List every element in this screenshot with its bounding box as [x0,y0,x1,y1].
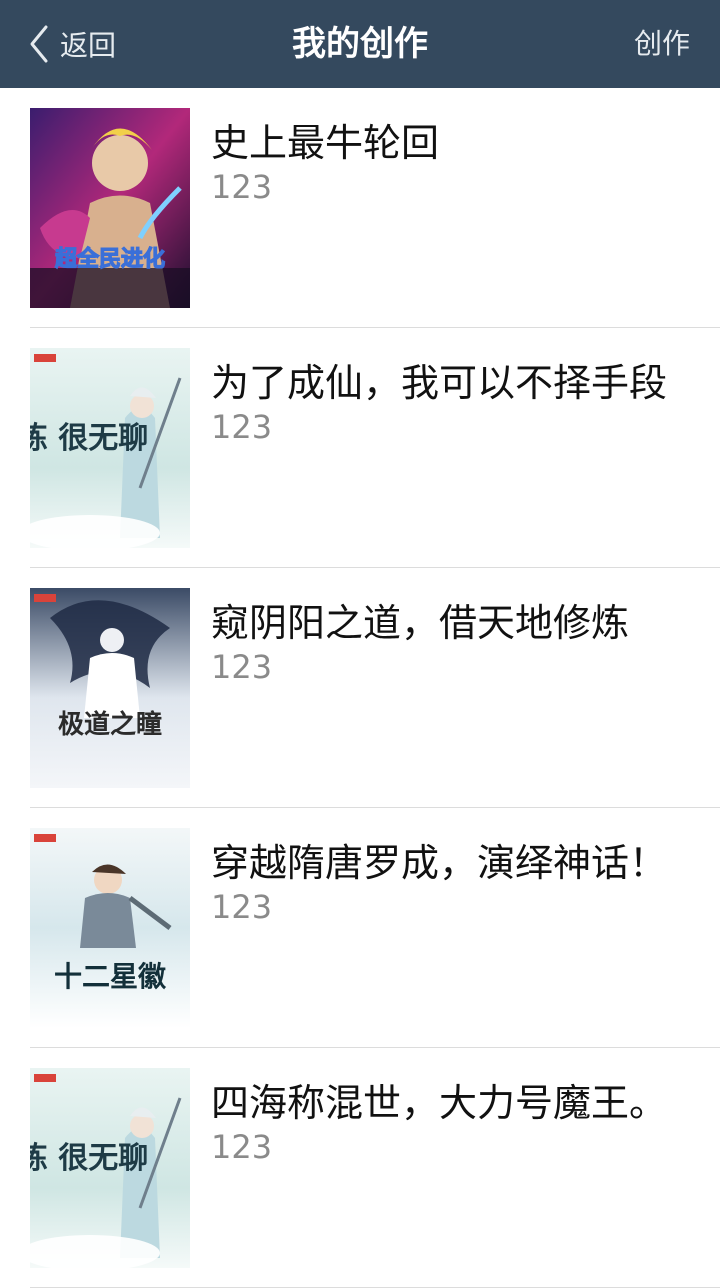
work-subtitle: 123 [211,408,273,446]
work-subtitle: 123 [211,648,273,686]
cover-title: 修炼 很无聊 [30,421,148,456]
work-title: 四海称混世，大力号魔王。 [211,1081,668,1125]
book-cover: 极道之瞳 [30,588,190,788]
work-subtitle: 123 [211,1128,273,1166]
top-navigation-bar: 返回 我的创作 创作 [0,0,720,88]
create-button[interactable]: 创作 [634,0,690,88]
list-item[interactable]: 十二星徽 穿越隋唐罗成，演绎神话！ 123 [0,808,720,1048]
work-subtitle: 123 [211,168,273,206]
cover-title: 十二星徽 [54,960,167,993]
cover-title: 超全民进化 [55,246,165,272]
works-list: 超全民进化 史上最牛轮回 123 炼 很无聊 为了成仙，我可以不择手段 123 … [0,88,720,1288]
back-label: 返回 [60,29,117,62]
book-cover: 修炼 很无聊 [30,1068,190,1268]
book-cover: 超全民进化 [30,108,190,308]
list-item[interactable]: 修炼 很无聊 为了成仙，我可以不择手段 123 [0,328,720,568]
list-item[interactable]: 极道之瞳 窥阴阳之道，借天地修炼 123 [0,568,720,808]
work-subtitle: 123 [211,888,273,926]
work-title: 窥阴阳之道，借天地修炼 [211,601,630,645]
list-item[interactable]: 修炼 很无聊 四海称混世，大力号魔王。 123 [0,1048,720,1288]
chevron-left-icon [28,24,50,64]
back-button[interactable]: 返回 [28,0,116,88]
work-title: 为了成仙，我可以不择手段 [211,361,668,405]
book-cover: 十二星徽 [30,828,190,1028]
cover-title: 极道之瞳 [58,709,162,740]
work-title: 史上最牛轮回 [211,121,440,165]
cover-title: 修炼 很无聊 [30,1141,148,1176]
book-cover: 修炼 很无聊 [30,348,190,548]
list-item[interactable]: 超全民进化 史上最牛轮回 123 [0,88,720,328]
work-title: 穿越隋唐罗成，演绎神话！ [211,841,668,885]
